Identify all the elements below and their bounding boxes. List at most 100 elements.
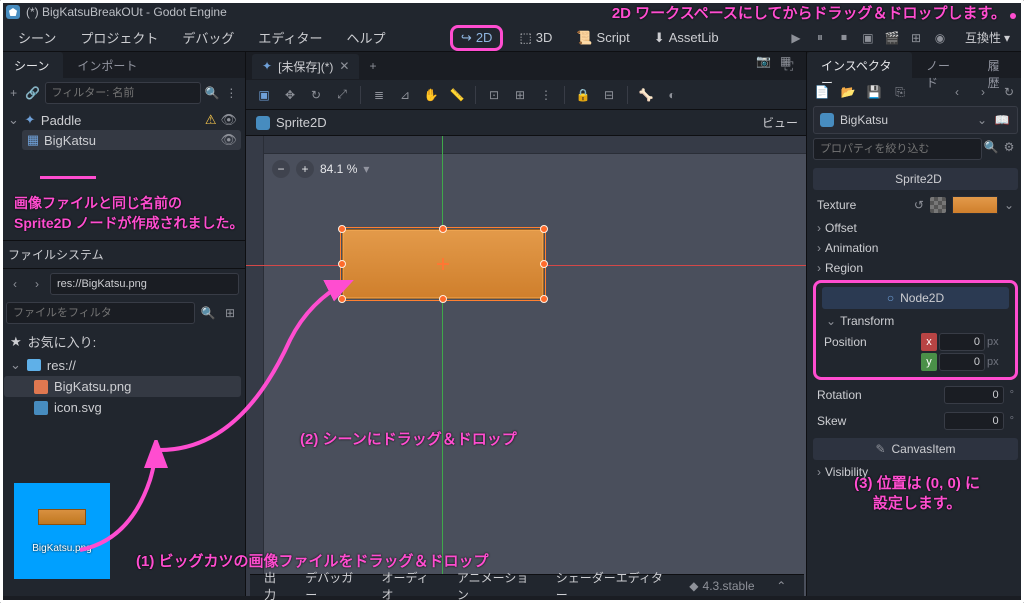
resize-handle[interactable] — [439, 295, 447, 303]
view-label[interactable]: ビュー — [762, 114, 798, 131]
prop-offset[interactable]: Offset — [807, 218, 1024, 238]
property-filter-input[interactable] — [813, 138, 982, 160]
prop-animation[interactable]: Animation — [807, 238, 1024, 258]
workspace-3d-button[interactable]: ⬚ 3D — [511, 26, 560, 50]
tab-import[interactable]: インポート — [63, 52, 151, 78]
expand-icon[interactable]: ⌃ — [773, 577, 790, 595]
remote-button[interactable]: ▣ — [859, 29, 877, 47]
skew-input[interactable] — [944, 412, 1004, 430]
fs-root[interactable]: ⌄ res:// — [4, 354, 241, 376]
add-node-icon[interactable]: + — [6, 84, 21, 102]
open-icon[interactable]: 📂 — [839, 83, 857, 101]
pan-tool-icon[interactable]: ✋ — [423, 87, 439, 103]
scene-tab-unsaved[interactable]: ✦ [未保存](*) ✕ — [252, 54, 359, 79]
menu-project[interactable]: プロジェクト — [70, 24, 168, 51]
texture-thumbnail[interactable] — [952, 196, 998, 214]
menu-scene[interactable]: シーン — [8, 24, 66, 51]
class-canvasitem-header[interactable]: ✎ CanvasItem — [813, 438, 1018, 460]
close-icon[interactable]: ✕ — [339, 59, 349, 73]
move-tool-icon[interactable]: ✥ — [282, 87, 298, 103]
bottom-audio[interactable]: オーディオ — [381, 569, 438, 603]
search-icon[interactable]: 🔍 — [199, 304, 217, 322]
scale-tool-icon[interactable]: ⤢ — [334, 87, 350, 103]
link-icon[interactable]: 🔗 — [25, 84, 40, 102]
camera-icon[interactable]: 📷 — [756, 54, 774, 72]
preview-icon[interactable]: ▦ — [780, 54, 798, 72]
history-icon[interactable]: ↻ — [1000, 83, 1018, 101]
fs-file-bigkatsu[interactable]: BigKatsu.png — [4, 376, 241, 397]
back-icon[interactable]: ‹ — [948, 83, 966, 101]
bottom-animation[interactable]: アニメーション — [457, 569, 538, 603]
forward-icon[interactable]: › — [974, 83, 992, 101]
pause-button[interactable]: ⏸ — [811, 29, 829, 47]
position-x-input[interactable] — [939, 333, 985, 351]
tab-inspector[interactable]: インスペクター — [807, 52, 912, 78]
play-button[interactable]: ▶ — [787, 29, 805, 47]
tab-scene[interactable]: シーン — [0, 52, 63, 78]
snap-icon[interactable]: ⊡ — [486, 87, 502, 103]
class-sprite2d-header[interactable]: Sprite2D — [813, 168, 1018, 190]
group-icon[interactable]: ⊟ — [601, 87, 617, 103]
visibility-icon[interactable]: 👁 — [220, 112, 237, 128]
menu-help[interactable]: ヘルプ — [336, 24, 395, 51]
new-resource-icon[interactable]: 📄 — [813, 83, 831, 101]
resize-handle[interactable] — [439, 225, 447, 233]
resize-handle[interactable] — [338, 295, 346, 303]
select-tool-icon[interactable]: ▣ — [256, 87, 272, 103]
bottom-shader[interactable]: シェーダーエディター — [556, 569, 672, 603]
bottom-output[interactable]: 出力 — [264, 569, 287, 603]
zoom-in-button[interactable]: + — [296, 160, 314, 178]
tab-node[interactable]: ノード — [912, 52, 974, 78]
renderer-dropdown[interactable]: 互換性 ▾ — [959, 26, 1016, 49]
zoom-value[interactable]: 84.1 % — [320, 162, 357, 176]
resize-handle[interactable] — [540, 260, 548, 268]
play-scene-button[interactable]: 🎬 — [883, 29, 901, 47]
new-tab-button[interactable]: + — [359, 55, 386, 77]
resize-handle[interactable] — [540, 295, 548, 303]
more-icon[interactable]: ⋮ — [224, 84, 239, 102]
revert-icon[interactable]: ↺ — [914, 198, 924, 212]
class-node2d-header[interactable]: ○ Node2D — [822, 287, 1009, 309]
visibility-icon[interactable]: 👁 — [220, 132, 237, 148]
rotation-input[interactable] — [944, 386, 1004, 404]
rotate-tool-icon[interactable]: ↻ — [308, 87, 324, 103]
menu-editor[interactable]: エディター — [248, 24, 332, 51]
lock-icon[interactable]: 🔒 — [575, 87, 591, 103]
file-preview-thumbnail[interactable]: BigKatsu.png — [14, 483, 110, 579]
position-y-input[interactable] — [939, 353, 985, 371]
object-selector[interactable]: BigKatsu ⌄ 📖 — [813, 106, 1018, 134]
prop-texture[interactable]: Texture ↺ ⌄ — [807, 192, 1024, 218]
tab-history[interactable]: 履歴 — [974, 52, 1024, 78]
search-icon[interactable]: 🔍 — [205, 84, 220, 102]
workspace-script-button[interactable]: 📜 Script — [568, 26, 637, 50]
sprite-in-viewport[interactable] — [342, 229, 544, 299]
back-icon[interactable]: ‹ — [6, 275, 24, 293]
stop-button[interactable]: ⏹ — [835, 29, 853, 47]
menu-debug[interactable]: デバッグ — [172, 24, 244, 51]
resize-handle[interactable] — [338, 225, 346, 233]
workspace-assetlib-button[interactable]: ⬇ AssetLib — [646, 26, 727, 50]
list-tool-icon[interactable]: ≣ — [371, 87, 387, 103]
fs-favorites[interactable]: ★ お気に入り: — [4, 329, 241, 354]
workspace-2d-button[interactable]: ↪ 2D — [450, 25, 504, 51]
bone-icon[interactable]: 🦴 — [638, 87, 654, 103]
zoom-out-button[interactable]: − — [272, 160, 290, 178]
grid-icon[interactable]: ⊞ — [221, 304, 239, 322]
movie-button[interactable]: ◉ — [931, 29, 949, 47]
smart-snap-icon[interactable]: ⋮ — [538, 87, 554, 103]
ruler-tool-icon[interactable]: ⊿ — [397, 87, 413, 103]
resize-handle[interactable] — [338, 260, 346, 268]
bottom-debugger[interactable]: デバッガー — [305, 569, 363, 603]
search-icon[interactable]: 🔍 — [982, 138, 1000, 156]
fs-file-icon[interactable]: icon.svg — [4, 397, 241, 418]
prop-skew[interactable]: Skew ° — [807, 408, 1024, 434]
path-input[interactable] — [50, 273, 239, 295]
2d-viewport[interactable]: − + 84.1 % ▾ — [246, 136, 806, 596]
breadcrumb-label[interactable]: Sprite2D — [276, 115, 327, 130]
ruler-icon[interactable]: 📏 — [449, 87, 465, 103]
prop-transform[interactable]: Transform — [816, 311, 1015, 331]
anim-icon[interactable]: ◐ — [664, 87, 680, 103]
fs-filter-input[interactable] — [6, 302, 195, 324]
grid-snap-icon[interactable]: ⊞ — [512, 87, 528, 103]
docs-icon[interactable]: 📖 — [993, 111, 1011, 129]
